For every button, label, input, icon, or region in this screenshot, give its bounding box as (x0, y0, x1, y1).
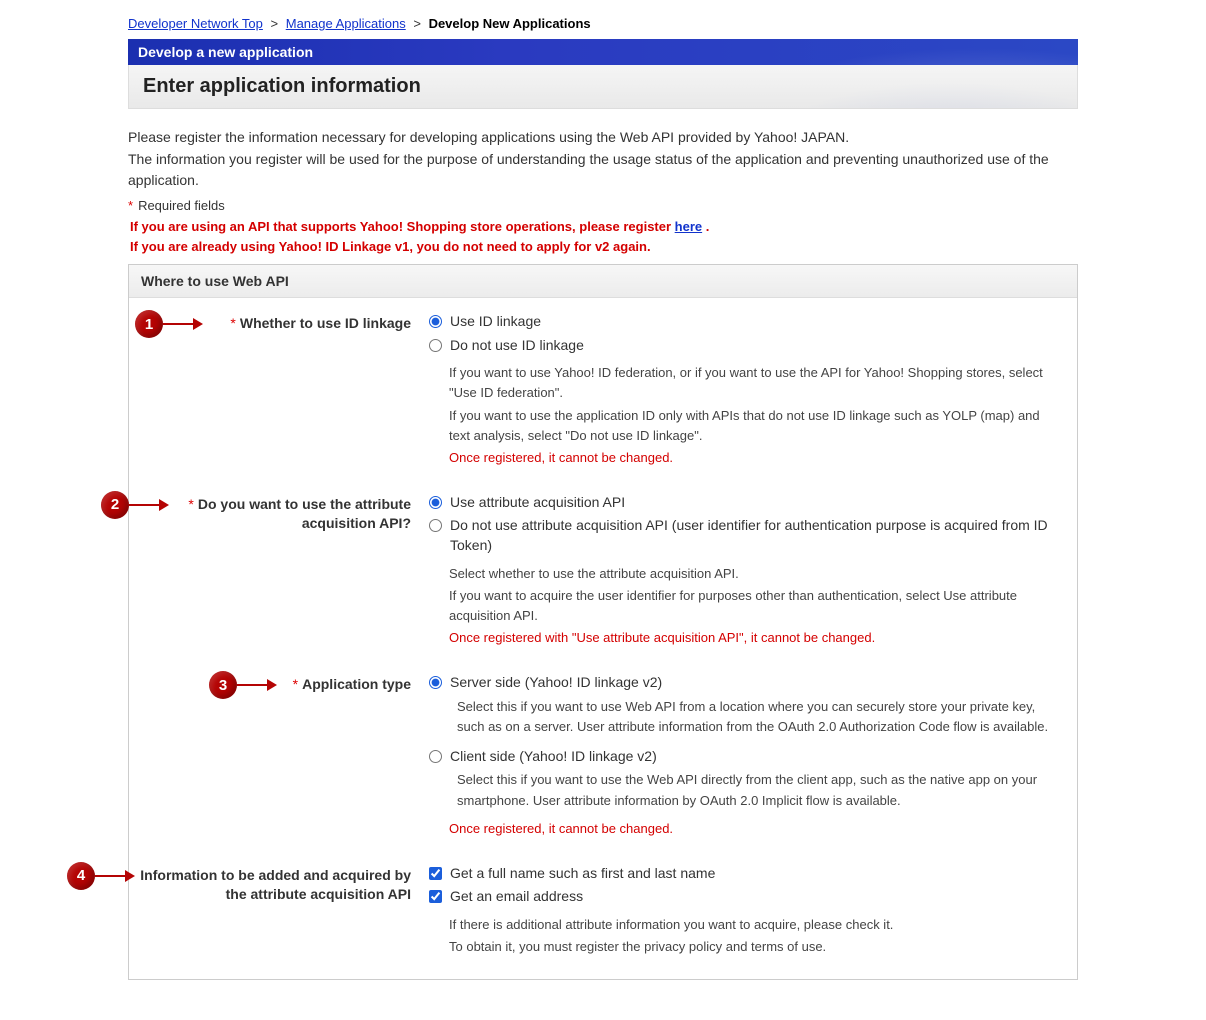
row-attribute-info: 4 Information to be added and acquired b… (129, 850, 1077, 979)
check-email-label: Get an email address (450, 887, 583, 907)
breadcrumb-sep: > (271, 16, 279, 31)
notice-text-a: If you are using an API that supports Ya… (130, 219, 675, 234)
help-client-side: Select this if you want to use the Web A… (457, 770, 1049, 810)
radio-no-id-linkage[interactable]: Do not use ID linkage (429, 336, 1049, 356)
radio-use-attr-api-input[interactable] (429, 496, 442, 509)
radio-use-id-linkage[interactable]: Use ID linkage (429, 312, 1049, 332)
radio-use-attr-api[interactable]: Use attribute acquisition API (429, 493, 1049, 513)
intro-line-1: Please register the information necessar… (128, 127, 1078, 149)
radio-client-side[interactable]: Client side (Yahoo! ID linkage v2) (429, 747, 1049, 767)
row-id-linkage: 1 * Whether to use ID linkage Use ID link… (129, 298, 1077, 479)
required-star-icon: * (230, 315, 235, 331)
breadcrumb-manage-apps[interactable]: Manage Applications (286, 16, 406, 31)
check-full-name-input[interactable] (429, 867, 442, 880)
register-here-link[interactable]: here (675, 219, 702, 234)
breadcrumb: Developer Network Top > Manage Applicati… (128, 10, 1078, 39)
label-id-linkage: Whether to use ID linkage (240, 315, 411, 331)
row-attribute-api: 2 *Do you want to use the attribute acqu… (129, 479, 1077, 659)
radio-use-id-linkage-input[interactable] (429, 315, 442, 328)
help-id-linkage-1: If you want to use Yahoo! ID federation,… (449, 363, 1049, 403)
banner-title: Develop a new application (128, 39, 1078, 65)
warn-attr-api: Once registered with "Use attribute acqu… (449, 630, 1049, 645)
required-star-icon: * (128, 198, 133, 213)
radio-server-side[interactable]: Server side (Yahoo! ID linkage v2) (429, 673, 1049, 693)
form-section-title: Where to use Web API (129, 265, 1077, 298)
help-attr-info-2: To obtain it, you must register the priv… (449, 937, 1049, 957)
required-star-icon: * (188, 496, 193, 512)
form-section: Where to use Web API 1 * Whether to use I… (128, 264, 1078, 980)
label-app-type: Application type (302, 676, 411, 692)
radio-no-attr-api[interactable]: Do not use attribute acquisition API (us… (429, 516, 1049, 555)
required-star-icon: * (293, 676, 298, 692)
radio-no-id-linkage-input[interactable] (429, 339, 442, 352)
callout-marker-2: 2 (101, 491, 129, 519)
radio-use-attr-api-label: Use attribute acquisition API (450, 493, 625, 513)
callout-marker-3: 3 (209, 671, 237, 699)
intro-text: Please register the information necessar… (128, 127, 1078, 192)
radio-no-id-linkage-label: Do not use ID linkage (450, 336, 584, 356)
warn-id-linkage: Once registered, it cannot be changed. (449, 450, 1049, 465)
radio-server-side-label: Server side (Yahoo! ID linkage v2) (450, 673, 662, 693)
id-linkage-v1-notice: If you are already using Yahoo! ID Linka… (128, 239, 1078, 254)
label-attribute-info: Information to be added and acquired by … (140, 867, 411, 903)
warn-app-type: Once registered, it cannot be changed. (449, 821, 1049, 836)
breadcrumb-dev-network[interactable]: Developer Network Top (128, 16, 263, 31)
check-full-name-label: Get a full name such as first and last n… (450, 864, 715, 884)
help-attr-info-1: If there is additional attribute informa… (449, 915, 1049, 935)
callout-marker-1: 1 (135, 310, 163, 338)
help-server-side: Select this if you want to use Web API f… (457, 697, 1049, 737)
page-title: Enter application information (128, 65, 1078, 109)
breadcrumb-current: Develop New Applications (429, 16, 591, 31)
radio-no-attr-api-input[interactable] (429, 519, 442, 532)
check-email[interactable]: Get an email address (429, 887, 1049, 907)
row-app-type: 3 *Application type Server side (Yahoo! … (129, 659, 1077, 850)
help-attr-api-1: Select whether to use the attribute acqu… (449, 564, 1049, 584)
breadcrumb-sep: > (413, 16, 421, 31)
callout-marker-4: 4 (67, 862, 95, 890)
radio-no-attr-api-label: Do not use attribute acquisition API (us… (450, 516, 1049, 555)
notice-text-b: . (702, 219, 709, 234)
label-attribute-api: Do you want to use the attribute acquisi… (198, 496, 411, 532)
shopping-api-notice: If you are using an API that supports Ya… (128, 219, 1078, 234)
check-full-name[interactable]: Get a full name such as first and last n… (429, 864, 1049, 884)
radio-server-side-input[interactable] (429, 676, 442, 689)
required-fields-note: * Required fields (128, 198, 1078, 213)
intro-line-2: The information you register will be use… (128, 149, 1078, 192)
radio-client-side-input[interactable] (429, 750, 442, 763)
radio-client-side-label: Client side (Yahoo! ID linkage v2) (450, 747, 657, 767)
required-fields-label: Required fields (138, 198, 225, 213)
help-id-linkage-2: If you want to use the application ID on… (449, 406, 1049, 446)
help-attr-api-2: If you want to acquire the user identifi… (449, 586, 1049, 626)
radio-use-id-linkage-label: Use ID linkage (450, 312, 541, 332)
check-email-input[interactable] (429, 890, 442, 903)
